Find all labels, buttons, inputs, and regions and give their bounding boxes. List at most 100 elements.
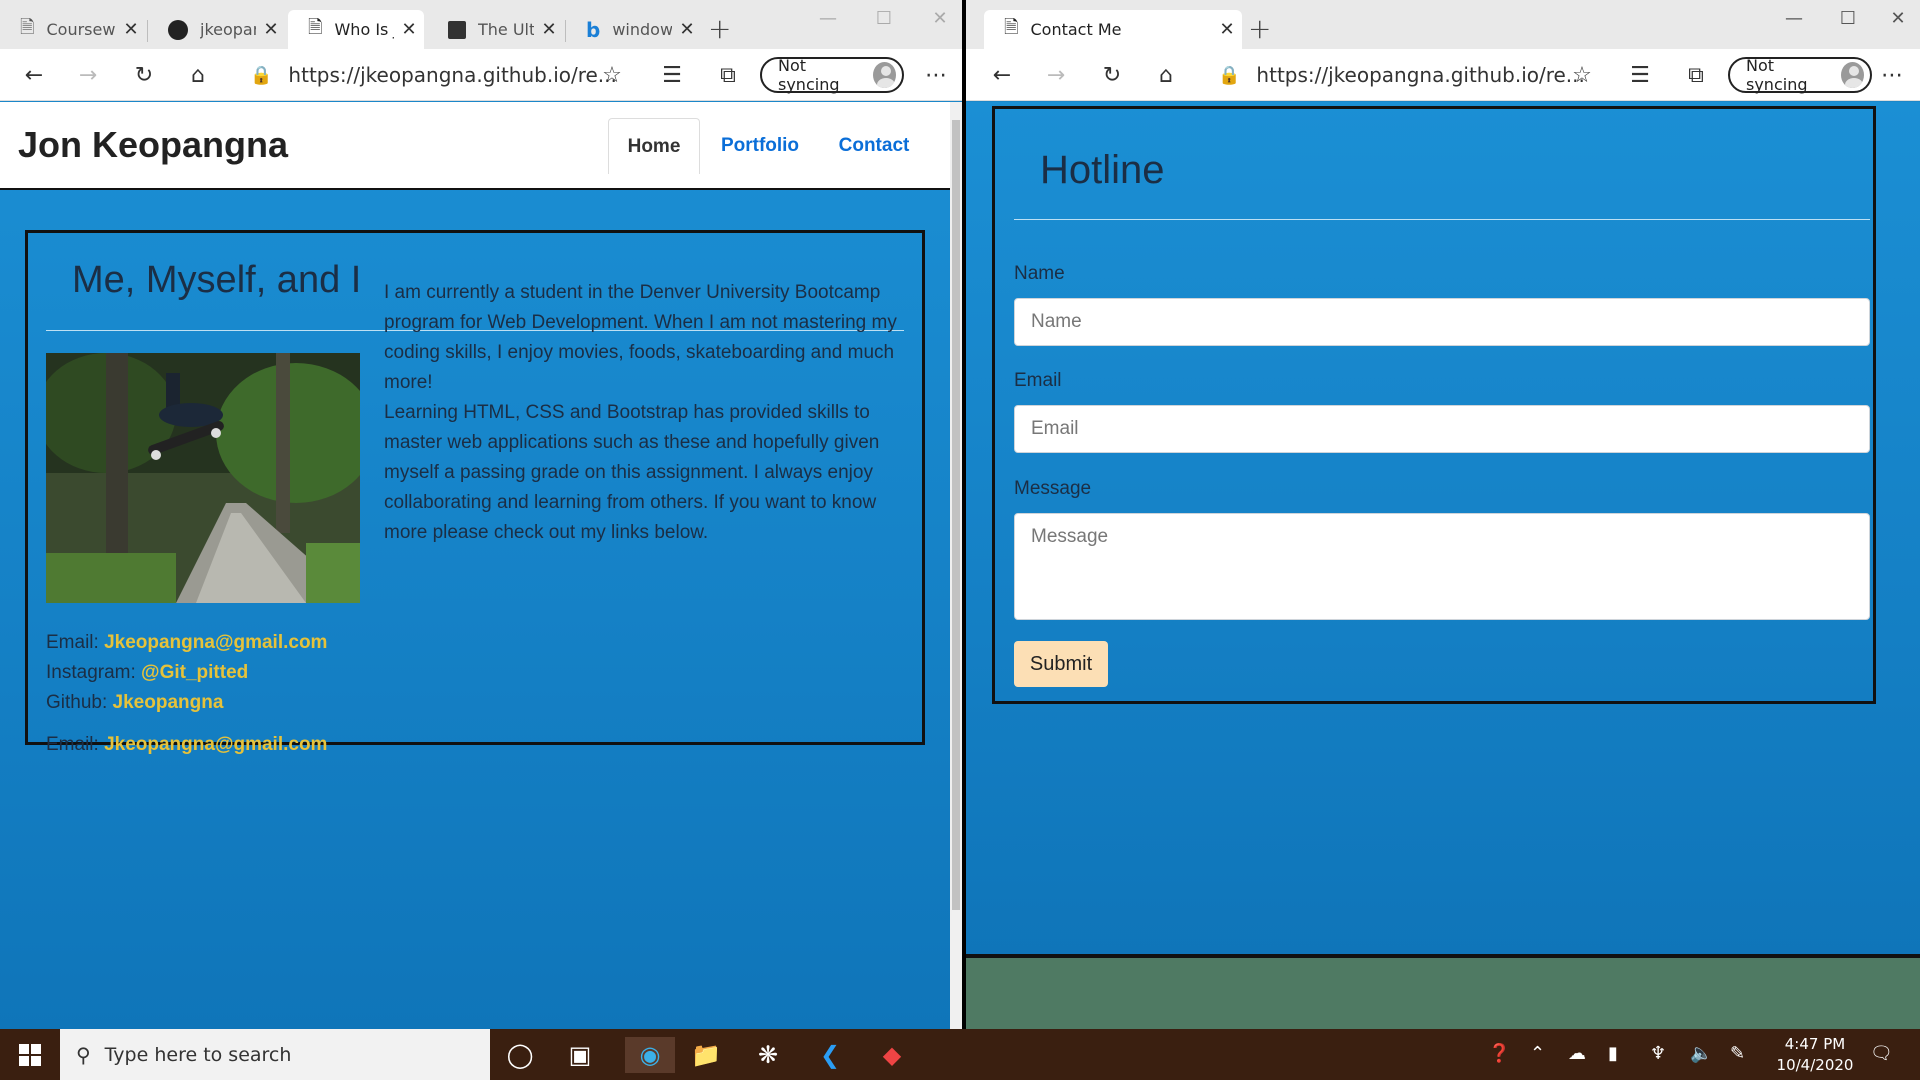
site-navbar: Jon Keopangna Home Portfolio Contact [0, 102, 950, 190]
favorite-star-icon[interactable]: ☆ [598, 61, 626, 89]
home-icon[interactable]: ⌂ [1152, 61, 1180, 89]
tab-courseware[interactable]: 🗎 Coursew ✕ [0, 10, 146, 49]
address-bar[interactable]: 🔒 https://jkeopangna.github.io/re... [1218, 56, 1588, 94]
nav-contact[interactable]: Contact [826, 118, 922, 174]
close-window-button[interactable]: ✕ [920, 8, 960, 29]
time: 4:47 PM [1784, 1035, 1846, 1053]
email-link[interactable]: Jkeopangna@gmail.com [104, 632, 327, 653]
close-icon[interactable]: ✕ [1212, 19, 1242, 40]
email-input[interactable]: Email [1014, 405, 1870, 453]
more-menu-icon[interactable]: ⋯ [922, 61, 950, 89]
bio-paragraph: Learning HTML, CSS and Bootstrap has pro… [384, 402, 880, 543]
collections-icon[interactable]: ⧉ [1682, 61, 1710, 89]
volume-icon[interactable]: 🔈 [1690, 1043, 1712, 1064]
back-icon[interactable]: ← [988, 61, 1016, 89]
bio-text: I am currently a student in the Denver U… [384, 278, 904, 548]
onedrive-icon[interactable]: ☁ [1568, 1043, 1586, 1064]
task-view-icon[interactable]: ▣ [562, 1037, 598, 1073]
page-viewport: Jon Keopangna Home Portfolio Contact Me,… [0, 102, 962, 1029]
url-text: https://jkeopangna.github.io/re... [288, 63, 617, 87]
email-label: Email: [46, 632, 99, 653]
close-icon[interactable]: ✕ [394, 19, 424, 40]
submit-button[interactable]: Submit [1014, 641, 1108, 687]
back-icon[interactable]: ← [20, 61, 48, 89]
tab-title: window [612, 20, 672, 39]
email-label: Email: [46, 734, 99, 755]
close-icon[interactable]: ✕ [116, 19, 146, 40]
page-icon: 🗎 [308, 16, 323, 38]
forward-icon[interactable]: → [1042, 61, 1070, 89]
nav-portfolio[interactable]: Portfolio [710, 118, 810, 174]
forward-icon[interactable]: → [74, 61, 102, 89]
refresh-icon[interactable]: ↻ [1098, 61, 1126, 89]
sync-label: Not syncing [778, 56, 840, 94]
edge-icon[interactable]: ◉ [625, 1037, 675, 1073]
close-icon[interactable]: ✕ [534, 19, 564, 40]
wifi-icon[interactable]: ♆ [1650, 1043, 1666, 1064]
favorites-icon[interactable]: ☰ [1626, 61, 1654, 89]
collections-icon[interactable]: ⧉ [714, 61, 742, 89]
favorites-icon[interactable]: ☰ [658, 61, 686, 89]
more-menu-icon[interactable]: ⋯ [1878, 61, 1906, 89]
tab-title: jkeopan [200, 20, 256, 39]
search-icon: ⚲ [76, 1042, 91, 1067]
tab-github[interactable]: jkeopan ✕ [148, 10, 286, 49]
github-label: Github: [46, 692, 108, 713]
github-line: Github: Jkeopangna [46, 692, 223, 714]
instagram-link[interactable]: @Git_pitted [141, 662, 248, 683]
email-line: Email: Jkeopangna@gmail.com [46, 734, 327, 756]
git-icon[interactable]: ◆ [874, 1037, 910, 1073]
bio-paragraph: I am currently a student in the Denver U… [384, 282, 897, 393]
tab-the-ultimate[interactable]: The Ulti ✕ [428, 10, 564, 49]
name-input[interactable]: Name [1014, 298, 1870, 346]
name-label: Name [1014, 263, 1065, 284]
vscode-icon[interactable]: ❮ [812, 1037, 848, 1073]
chevron-up-icon[interactable]: ⌃ [1530, 1043, 1545, 1064]
slack-icon[interactable]: ❋ [750, 1037, 786, 1073]
pen-icon[interactable]: ✎ [1730, 1043, 1745, 1064]
nav-home[interactable]: Home [608, 118, 700, 174]
tab-title: Coursew [46, 20, 116, 39]
battery-icon[interactable]: ▮ [1608, 1043, 1618, 1064]
tab-strip: 🗎 Coursew ✕ jkeopan ✕ 🗎 Who Is J ✕ The U… [0, 0, 962, 49]
new-tab-button[interactable]: + [708, 12, 731, 45]
maximize-button[interactable]: ☐ [864, 8, 904, 29]
start-button[interactable] [0, 1029, 60, 1080]
tab-windows[interactable]: b window ✕ [566, 10, 702, 49]
new-tab-button[interactable]: + [1248, 12, 1271, 45]
tab-title: The Ulti [478, 20, 534, 39]
notifications-icon[interactable]: 🗨 [1870, 1043, 1893, 1064]
message-textarea[interactable]: Message [1014, 513, 1870, 620]
instagram-line: Instagram: @Git_pitted [46, 662, 248, 684]
profile-sync-button[interactable]: Not syncing [760, 56, 904, 94]
scroll-thumb[interactable] [952, 120, 960, 910]
taskbar-search[interactable]: ⚲ Type here to search [60, 1029, 490, 1080]
help-icon[interactable]: ❓ [1488, 1043, 1510, 1064]
refresh-icon[interactable]: ↻ [130, 61, 158, 89]
site-brand[interactable]: Jon Keopangna [18, 124, 288, 166]
avatar [873, 62, 896, 88]
file-explorer-icon[interactable]: 📁 [688, 1037, 724, 1073]
favorite-star-icon[interactable]: ☆ [1568, 61, 1596, 89]
address-bar[interactable]: 🔒 https://jkeopangna.github.io/re... [250, 56, 630, 94]
page-icon: 🗎 [1004, 16, 1019, 38]
maximize-button[interactable]: ☐ [1828, 8, 1868, 29]
minimize-button[interactable]: — [808, 8, 848, 29]
tab-title: Who Is J [334, 20, 394, 39]
profile-sync-button[interactable]: Not syncing [1728, 56, 1872, 94]
form-title: Hotline [1040, 148, 1165, 192]
home-icon[interactable]: ⌂ [184, 61, 212, 89]
close-icon[interactable]: ✕ [256, 19, 286, 40]
scrollbar[interactable] [950, 102, 962, 1029]
clock[interactable]: 4:47 PM 10/4/2020 [1770, 1034, 1860, 1076]
close-window-button[interactable]: ✕ [1878, 8, 1918, 29]
divider [1014, 219, 1870, 220]
close-icon[interactable]: ✕ [672, 19, 702, 40]
minimize-button[interactable]: — [1774, 8, 1814, 29]
tab-contact-me[interactable]: 🗎 Contact Me ✕ [984, 10, 1242, 49]
cortana-icon[interactable]: ◯ [502, 1037, 538, 1073]
email-link[interactable]: Jkeopangna@gmail.com [104, 734, 327, 755]
page-icon: 🗎 [20, 16, 35, 38]
tab-who-is[interactable]: 🗎 Who Is J ✕ [288, 10, 424, 49]
github-link[interactable]: Jkeopangna [113, 692, 224, 713]
